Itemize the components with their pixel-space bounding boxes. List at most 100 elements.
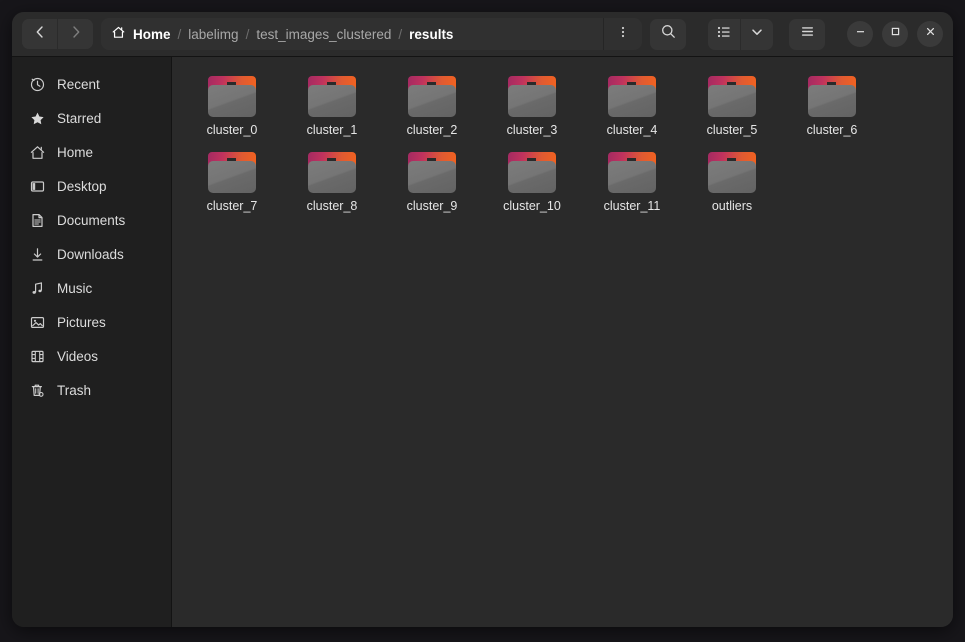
list-view-button[interactable] [708, 19, 740, 50]
folder-item-label: cluster_4 [606, 123, 658, 137]
sidebar-item-label: Desktop [57, 178, 107, 194]
sidebar-item-trash[interactable]: Trash [20, 375, 163, 405]
sidebar-item-desktop[interactable]: Desktop [20, 171, 163, 201]
folder-item-label: cluster_8 [306, 198, 358, 213]
folder-item-cluster-4[interactable]: cluster_4 [582, 71, 682, 147]
folder-item-label: cluster_11 [603, 198, 661, 213]
minimize-button[interactable] [847, 21, 873, 47]
folder-icon [508, 76, 556, 117]
breadcrumb-item-home[interactable]: Home [111, 25, 171, 43]
folder-icon [208, 151, 256, 193]
folder-item-cluster-7[interactable]: cluster_7 [182, 147, 282, 223]
sidebar-item-videos[interactable]: Videos [20, 341, 163, 371]
clock-icon [29, 76, 46, 93]
maximize-icon [889, 25, 902, 43]
maximize-button[interactable] [882, 21, 908, 47]
navigation-button-group [22, 19, 93, 49]
folder-icon [708, 151, 756, 193]
folder-icon [608, 151, 656, 193]
folder-item-cluster-11[interactable]: cluster_11 [582, 147, 682, 223]
chevron-right-icon [68, 24, 84, 45]
star-icon [29, 110, 46, 127]
sidebar-item-label: Videos [57, 348, 99, 364]
document-icon [29, 212, 46, 229]
sidebar: Recent Starred Home Desktop Documents Do… [12, 57, 172, 627]
folder-item-cluster-9[interactable]: cluster_9 [382, 147, 482, 223]
sidebar-item-label: Documents [57, 212, 126, 228]
sidebar-item-label: Starred [57, 110, 102, 126]
trash-icon [29, 382, 46, 399]
search-button[interactable] [650, 18, 686, 50]
minimize-icon [854, 25, 867, 43]
chevron-down-icon [749, 24, 765, 45]
breadcrumb-separator: / [177, 26, 182, 42]
sidebar-item-recent[interactable]: Recent [20, 69, 163, 99]
folder-item-label: cluster_5 [706, 123, 758, 137]
folder-item-label: cluster_7 [206, 198, 258, 213]
folder-item-cluster-5[interactable]: cluster_5 [682, 71, 782, 147]
list-view-icon [716, 24, 732, 45]
folder-item-label: cluster_2 [406, 123, 458, 137]
three-dots-vertical-icon [615, 24, 631, 45]
desktop-icon [29, 178, 46, 195]
folder-icon [708, 76, 756, 117]
view-dropdown-button[interactable] [740, 18, 773, 50]
folder-item-cluster-0[interactable]: cluster_0 [182, 71, 282, 147]
folder-item-cluster-3[interactable]: cluster_3 [482, 71, 582, 147]
folder-item-label: cluster_9 [406, 198, 458, 213]
folder-item-label: cluster_3 [506, 123, 558, 137]
file-list-area[interactable]: cluster_0 cluster_1 cluster_2 cluster_3 … [172, 57, 953, 627]
folder-item-cluster-1[interactable]: cluster_1 [282, 71, 382, 147]
header-bar: Home / labelimg / test_images_clustered … [12, 12, 953, 57]
breadcrumb-item-labelimg[interactable]: labelimg [188, 27, 238, 42]
folder-item-label: cluster_0 [206, 123, 258, 137]
folder-item-label: cluster_6 [806, 123, 858, 137]
folder-icon [408, 151, 456, 193]
breadcrumb: Home / labelimg / test_images_clustered … [101, 25, 603, 43]
folder-item-outliers[interactable]: outliers [682, 147, 782, 223]
video-icon [29, 348, 46, 365]
file-manager-window: Home / labelimg / test_images_clustered … [12, 12, 953, 627]
icon-grid: cluster_0 cluster_1 cluster_2 cluster_3 … [182, 71, 943, 222]
folder-icon [608, 76, 656, 117]
window-body: Recent Starred Home Desktop Documents Do… [12, 57, 953, 627]
folder-item-cluster-10[interactable]: cluster_10 [482, 147, 582, 223]
picture-icon [29, 314, 46, 331]
back-button[interactable] [22, 19, 57, 49]
folder-item-cluster-8[interactable]: cluster_8 [282, 147, 382, 223]
home-icon [111, 25, 126, 43]
home-icon [29, 144, 46, 161]
sidebar-item-downloads[interactable]: Downloads [20, 239, 163, 269]
sidebar-item-label: Downloads [57, 246, 124, 262]
chevron-left-icon [32, 24, 48, 45]
folder-icon [408, 76, 456, 117]
folder-icon [508, 151, 556, 193]
sidebar-item-documents[interactable]: Documents [20, 205, 163, 235]
breadcrumb-item-results[interactable]: results [409, 27, 453, 42]
close-icon [924, 25, 937, 43]
sidebar-item-music[interactable]: Music [20, 273, 163, 303]
folder-item-cluster-6[interactable]: cluster_6 [782, 71, 882, 147]
hamburger-menu-icon [799, 23, 816, 45]
folder-icon [308, 76, 356, 117]
sidebar-item-starred[interactable]: Starred [20, 103, 163, 133]
folder-icon [208, 76, 256, 117]
folder-item-label: cluster_1 [306, 123, 358, 137]
breadcrumb-item-test-images-clustered[interactable]: test_images_clustered [256, 27, 391, 42]
breadcrumb-separator: / [398, 26, 403, 42]
folder-icon [308, 151, 356, 193]
search-icon [660, 23, 677, 45]
forward-button[interactable] [57, 19, 93, 49]
sidebar-item-label: Home [57, 144, 94, 160]
folder-item-cluster-2[interactable]: cluster_2 [382, 71, 482, 147]
sidebar-item-pictures[interactable]: Pictures [20, 307, 163, 337]
sidebar-item-label: Trash [57, 382, 92, 398]
folder-icon [808, 76, 856, 117]
sidebar-item-label: Pictures [57, 314, 106, 330]
close-button[interactable] [917, 21, 943, 47]
path-menu-button[interactable] [603, 18, 642, 50]
breadcrumb-label: Home [133, 26, 171, 42]
folder-item-label: outliers [711, 198, 753, 213]
main-menu-button[interactable] [789, 18, 825, 50]
sidebar-item-home[interactable]: Home [20, 137, 163, 167]
